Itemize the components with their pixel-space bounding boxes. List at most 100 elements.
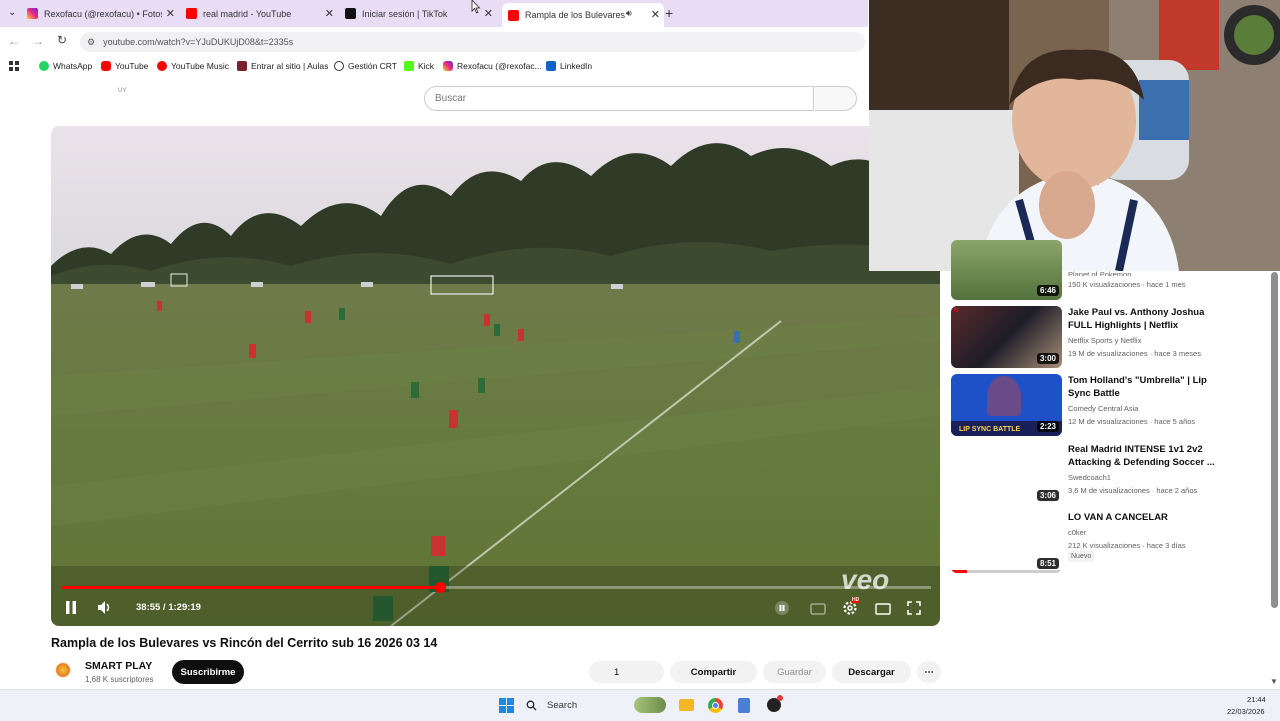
streamer-webcam-image: [869, 0, 1280, 271]
search-input[interactable]: Buscar: [424, 86, 814, 111]
recommendation-card[interactable]: 8:51 LO VAN A CANCELAR c0ker 212 K visua…: [951, 511, 1280, 575]
save-button[interactable]: Guardar: [763, 661, 826, 683]
tab-instagram[interactable]: Rexofacu (@rexofacu) • Fotos y ✕: [27, 4, 179, 23]
video-thumbnail: LIP SYNC BATTLE 2:23: [951, 374, 1062, 436]
video-thumbnail: 3:06: [951, 443, 1062, 505]
bookmark-linkedin[interactable]: LinkedIn: [546, 61, 592, 71]
windows-start-icon[interactable]: [499, 698, 514, 713]
bookmark-gestion-crt[interactable]: Gestión CRT: [334, 61, 397, 71]
subscribe-button[interactable]: Suscribirme: [172, 660, 244, 684]
more-icon: ⋯: [924, 666, 934, 678]
subscriber-count: 1,68 K suscriptores: [85, 675, 154, 684]
apps-grid-icon[interactable]: [9, 61, 19, 71]
netflix-logo: N: [954, 308, 959, 314]
theater-mode-icon: [875, 603, 891, 615]
bookmark-youtube-music[interactable]: YouTube Music: [157, 61, 229, 71]
download-button[interactable]: Descargar: [832, 661, 911, 683]
site-info-icon[interactable]: ⚙: [87, 37, 95, 48]
bookmark-youtube[interactable]: YouTube: [101, 61, 148, 71]
tiktok-icon: [345, 8, 356, 19]
video-title: Tom Holland's "Umbrella" | Lip Sync Batt…: [1068, 375, 1207, 399]
like-button[interactable]: 1: [589, 661, 664, 683]
duration-badge: 3:00: [1036, 353, 1059, 364]
address-bar[interactable]: ⚙ youtube.com/watch?v=YJuDUKUjD08&t=2335…: [80, 32, 865, 52]
reload-icon[interactable]: ↻: [57, 33, 67, 47]
linkedin-icon: [546, 61, 556, 71]
search-highlight-image: [634, 697, 666, 713]
new-badge: Nuevo: [1068, 551, 1095, 562]
forward-arrow-icon[interactable]: →: [32, 34, 44, 48]
back-arrow-icon[interactable]: ←: [8, 34, 20, 48]
bookmark-whatsapp[interactable]: WhatsApp: [39, 61, 92, 71]
notepad-icon[interactable]: [738, 698, 750, 713]
url-text: youtube.com/watch?v=YJuDUKUjD08&t=2335s: [103, 37, 294, 47]
theater-mode-button[interactable]: [875, 602, 891, 620]
bookmark-label: WhatsApp: [53, 61, 93, 71]
youtube-music-icon: [157, 61, 167, 71]
video-meta: 12 M de visualizaciones · hace 5 años: [1068, 417, 1196, 426]
like-count: 1: [614, 666, 620, 678]
video-meta: 150 K visualizaciones · hace 1 mes: [1068, 280, 1186, 289]
tab-strip: ⌄ Rexofacu (@rexofacu) • Fotos y ✕ real …: [0, 0, 868, 27]
autoplay-icon: [779, 605, 785, 611]
share-label: Compartir: [690, 666, 737, 678]
taskbar-search[interactable]: Search: [526, 696, 666, 715]
autoplay-toggle[interactable]: [775, 601, 789, 615]
tab-search-chevron-icon[interactable]: ⌄: [8, 7, 16, 18]
tab-label: real madrid - YouTube: [203, 8, 292, 19]
volume-button[interactable]: [97, 600, 113, 620]
close-tab-icon[interactable]: ✕: [166, 7, 175, 20]
clock-time[interactable]: 21:44: [1247, 695, 1266, 704]
duration-badge: 3:06: [1036, 490, 1059, 501]
video-title: Rampla de los Bulevares vs Rincón del Ce…: [51, 636, 438, 650]
file-explorer-icon[interactable]: [679, 699, 694, 711]
chrome-icon[interactable]: [708, 698, 723, 713]
pause-button[interactable]: [65, 601, 77, 614]
close-tab-icon[interactable]: ✕: [325, 7, 334, 20]
share-button[interactable]: Compartir: [670, 661, 757, 683]
close-tab-icon[interactable]: ✕: [651, 8, 660, 21]
search-button[interactable]: [815, 86, 857, 111]
recommendation-card[interactable]: N 3:00 Jake Paul vs. Anthony Joshua FULL…: [951, 306, 1280, 370]
channel-name[interactable]: SMART PLAY: [85, 660, 152, 672]
more-actions-button[interactable]: ⋯: [917, 661, 941, 683]
progress-track[interactable]: [61, 582, 931, 593]
tab-rampla-active[interactable]: Rampla de los Bulevares vs 🔊︎ ✕: [502, 3, 664, 27]
recommendation-card[interactable]: 3:06 Real Madrid INTENSE 1v1 2v2 Attacki…: [951, 443, 1280, 507]
recommendation-card[interactable]: LIP SYNC BATTLE 2:23 Tom Holland's "Umbr…: [951, 374, 1280, 438]
instagram-icon: [443, 61, 453, 71]
video-player[interactable]: veo 38:55 / 1:29:19 HD: [51, 126, 940, 626]
channel-name: c0ker: [1068, 528, 1087, 537]
youtube-icon: [186, 8, 197, 19]
subtitles-button[interactable]: [810, 602, 826, 620]
bookmark-aulas[interactable]: Entrar al sitio | Aulas: [237, 61, 328, 71]
subtitles-icon: [810, 603, 826, 615]
fullscreen-button[interactable]: [907, 601, 921, 620]
bookmark-instagram[interactable]: Rexofacu (@rexofac...: [443, 61, 542, 71]
page-scrollbar[interactable]: [1271, 272, 1278, 608]
clock-date[interactable]: 22/03/2026: [1227, 707, 1265, 716]
tab-label: Rexofacu (@rexofacu) • Fotos y: [44, 8, 162, 19]
tab-real-madrid[interactable]: real madrid - YouTube ✕: [186, 4, 338, 23]
channel-avatar[interactable]: [53, 660, 73, 680]
scroll-down-arrow-icon[interactable]: ▼: [1270, 677, 1278, 686]
close-tab-icon[interactable]: ✕: [484, 7, 493, 20]
new-tab-plus-icon[interactable]: +: [665, 5, 673, 21]
search-icon: [526, 700, 537, 711]
speaker-icon[interactable]: 🔊︎: [626, 8, 632, 19]
recommendation-card[interactable]: 6:46 Planet of Pokemon 150 K visualizaci…: [951, 240, 1280, 302]
obs-app-icon[interactable]: [767, 695, 783, 712]
channel-name: Swedcoach1: [1068, 473, 1111, 482]
settings-button[interactable]: HD: [842, 597, 861, 621]
bookmarks-bar: WhatsApp YouTube YouTube Music Entrar al…: [0, 56, 868, 78]
duration-badge: 8:51: [1036, 558, 1059, 569]
bookmark-label: YouTube Music: [171, 61, 229, 71]
channel-name: Comedy Central Asia: [1068, 404, 1139, 413]
fullscreen-icon: [907, 601, 921, 615]
search-icon: [829, 93, 839, 103]
youtube-logo[interactable]: UY: [118, 88, 126, 94]
soccer-field-video-frame: [51, 126, 940, 626]
bookmark-label: Kick: [418, 61, 435, 71]
channel-name: Netflix Sports y Netflix: [1068, 336, 1142, 345]
bookmark-kick[interactable]: Kick: [404, 61, 434, 71]
